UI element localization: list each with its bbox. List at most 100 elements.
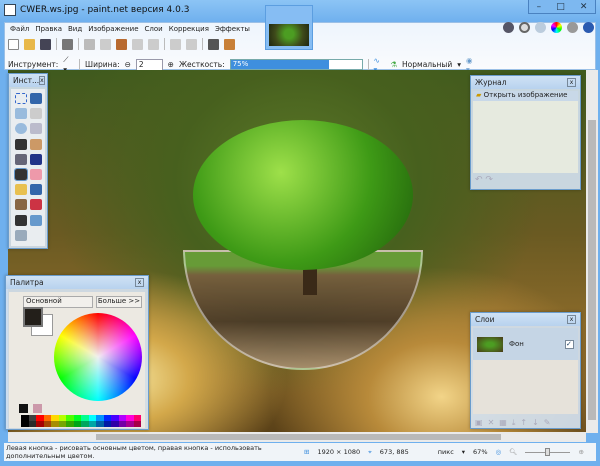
- print-icon[interactable]: [62, 38, 73, 50]
- color-swatch[interactable]: [126, 415, 134, 427]
- minimize-button[interactable]: –: [537, 2, 542, 12]
- more-button[interactable]: Больше >>: [96, 296, 142, 308]
- zoom-icon[interactable]: [30, 123, 42, 135]
- color-swatch[interactable]: [43, 415, 51, 427]
- layer-row[interactable]: Фон ✓: [473, 328, 578, 360]
- history-item[interactable]: ▰ Открыть изображение: [473, 91, 578, 101]
- cut-icon[interactable]: [84, 38, 95, 50]
- tools-icon[interactable]: [503, 22, 514, 33]
- help-icon[interactable]: [583, 22, 594, 33]
- menu-effects[interactable]: Эффекты: [215, 25, 250, 33]
- layer-visibility-checkbox[interactable]: ✓: [565, 339, 574, 349]
- width-input[interactable]: 2: [135, 58, 163, 71]
- move-selection-icon[interactable]: [30, 93, 42, 104]
- close-icon[interactable]: x: [567, 78, 576, 87]
- color-swatch[interactable]: [28, 415, 36, 427]
- settings-icon[interactable]: [567, 22, 578, 33]
- paste-icon[interactable]: [116, 38, 127, 50]
- close-button[interactable]: ✕: [580, 2, 588, 12]
- lasso-icon[interactable]: [15, 108, 27, 120]
- decrease-width-icon[interactable]: ⊖: [125, 60, 131, 69]
- horizontal-scrollbar[interactable]: [8, 432, 586, 442]
- eraser-icon[interactable]: [30, 168, 42, 180]
- ruler-icon[interactable]: [224, 38, 235, 50]
- maximize-button[interactable]: □: [556, 2, 565, 12]
- deselect-icon[interactable]: [148, 38, 159, 50]
- move-up-icon[interactable]: ↑: [520, 418, 527, 428]
- close-icon[interactable]: x: [135, 278, 144, 287]
- shapes-icon[interactable]: [15, 229, 27, 241]
- grid-icon[interactable]: [208, 38, 219, 50]
- primary-color[interactable]: [23, 307, 43, 327]
- layers-icon[interactable]: [535, 22, 546, 33]
- redo-icon[interactable]: [186, 38, 197, 50]
- paintbrush-icon[interactable]: [14, 167, 28, 181]
- zoom-fit-icon[interactable]: ◎: [496, 448, 502, 456]
- chevron-down-icon[interactable]: ▾: [457, 60, 461, 69]
- new-icon[interactable]: [8, 38, 19, 50]
- zoom-slider-thumb[interactable]: [545, 447, 551, 456]
- magic-wand-icon[interactable]: [15, 138, 27, 150]
- menu-image[interactable]: Изображение: [88, 25, 138, 33]
- copy-icon[interactable]: [100, 38, 111, 50]
- text-icon[interactable]: [15, 214, 27, 226]
- duplicate-layer-icon[interactable]: ▦: [499, 418, 507, 428]
- color-swatch[interactable]: [58, 415, 66, 427]
- menu-adjustments[interactable]: Коррекция: [169, 25, 209, 33]
- menu-layers[interactable]: Слои: [145, 25, 163, 33]
- merge-layer-icon[interactable]: ⤓: [512, 418, 516, 428]
- vertical-scrollbar[interactable]: [586, 70, 598, 433]
- color-swatch[interactable]: [133, 415, 141, 427]
- units-select[interactable]: пикс: [438, 448, 454, 456]
- colors-icon[interactable]: [551, 22, 562, 33]
- zoom-out-icon[interactable]: 🔍︎: [509, 448, 517, 456]
- scroll-thumb[interactable]: [588, 120, 596, 420]
- menu-file[interactable]: Файл: [10, 25, 29, 33]
- pan-icon[interactable]: [30, 138, 42, 150]
- save-icon[interactable]: [40, 38, 51, 50]
- layer-properties-icon[interactable]: ✎: [544, 418, 551, 428]
- palette-icon[interactable]: [33, 404, 42, 413]
- color-swatch[interactable]: [51, 415, 59, 427]
- menu-view[interactable]: Вид: [68, 25, 82, 33]
- line-icon[interactable]: [30, 214, 42, 226]
- zoom-slider[interactable]: [525, 447, 571, 456]
- history-icon[interactable]: [519, 22, 530, 33]
- bucket-icon[interactable]: [15, 153, 27, 165]
- color-swatch[interactable]: [73, 415, 81, 427]
- color-wheel[interactable]: [54, 313, 142, 401]
- increase-width-icon[interactable]: ⊕: [168, 60, 174, 69]
- color-picker-icon[interactable]: [30, 184, 42, 196]
- image-tab[interactable]: [265, 5, 313, 50]
- color-swatch[interactable]: [103, 415, 111, 427]
- color-swatch[interactable]: [111, 415, 119, 427]
- rect-select-icon[interactable]: [15, 93, 27, 104]
- gradient-icon[interactable]: [30, 153, 42, 165]
- scroll-thumb[interactable]: [96, 434, 501, 440]
- pencil-icon[interactable]: [15, 184, 27, 196]
- color-swatch[interactable]: [21, 415, 29, 427]
- clone-stamp-icon[interactable]: [15, 199, 27, 211]
- zoom-in-icon[interactable]: ⊕: [578, 448, 583, 456]
- close-icon[interactable]: x: [39, 76, 45, 85]
- blend-mode-select[interactable]: Нормальный: [402, 60, 452, 69]
- crop-icon[interactable]: [132, 38, 143, 50]
- add-layer-icon[interactable]: ▣: [475, 418, 483, 428]
- color-swatch[interactable]: [88, 415, 96, 427]
- color-swatch[interactable]: [36, 415, 44, 427]
- color-swatch[interactable]: [96, 415, 104, 427]
- recolor-icon[interactable]: [30, 199, 42, 211]
- move-down-icon[interactable]: ↓: [532, 418, 539, 428]
- ellipse-select-icon[interactable]: [15, 123, 27, 135]
- undo-icon[interactable]: [170, 38, 181, 50]
- redo-icon[interactable]: ↷: [485, 175, 493, 185]
- add-color-icon[interactable]: [19, 404, 28, 413]
- hardness-slider[interactable]: 75%: [229, 59, 363, 70]
- chevron-down-icon[interactable]: ▾: [462, 448, 465, 456]
- color-swatch[interactable]: [66, 415, 74, 427]
- delete-layer-icon[interactable]: ✕: [488, 418, 495, 428]
- open-icon[interactable]: [24, 38, 35, 50]
- color-swatch[interactable]: [118, 415, 126, 427]
- close-icon[interactable]: x: [567, 315, 576, 324]
- undo-icon[interactable]: ↶: [475, 175, 483, 185]
